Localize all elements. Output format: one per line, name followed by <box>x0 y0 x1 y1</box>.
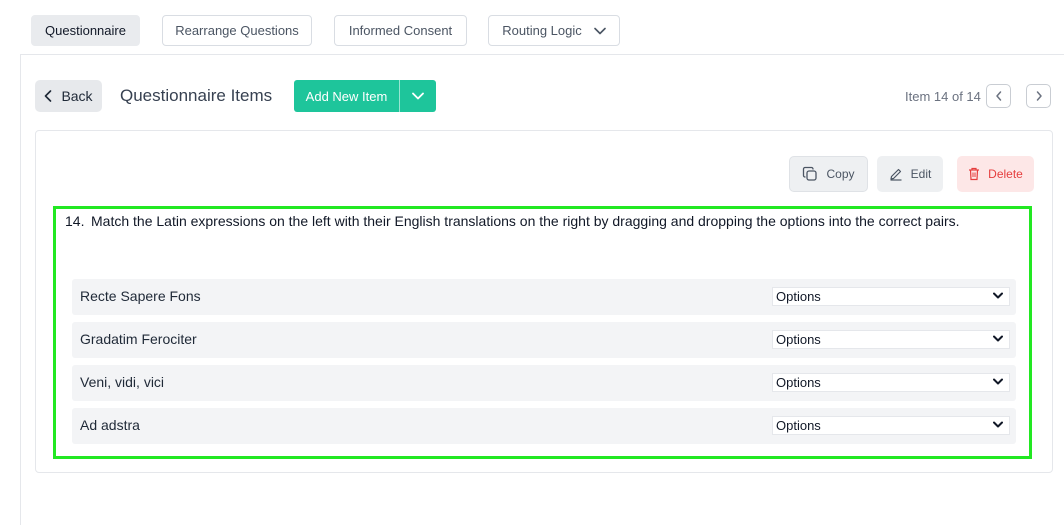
back-label: Back <box>61 88 93 104</box>
match-options-select[interactable]: Options <box>772 330 1010 349</box>
tab-label: Rearrange Questions <box>175 23 299 38</box>
question-text: Match the Latin expressions on the left … <box>91 213 960 229</box>
tab-questionnaire[interactable]: Questionnaire <box>31 15 140 46</box>
tab-routing-logic[interactable]: Routing Logic <box>488 15 620 46</box>
tab-rearrange-questions[interactable]: Rearrange Questions <box>162 15 312 46</box>
edit-button[interactable]: Edit <box>877 156 943 192</box>
copy-icon <box>803 166 818 181</box>
add-item-button-group: Add New Item <box>294 80 436 112</box>
chevron-down-icon <box>993 421 1003 428</box>
match-row: Recte Sapere Fons Options <box>72 279 1016 315</box>
pager-status: Item 14 of 14 <box>905 89 981 104</box>
match-row: Gradatim Ferociter Options <box>72 322 1016 358</box>
match-row-label: Veni, vidi, vici <box>80 374 165 390</box>
select-value: Options <box>776 418 821 433</box>
back-button[interactable]: Back <box>35 80 102 112</box>
chevron-down-icon <box>993 292 1003 299</box>
delete-label: Delete <box>988 167 1023 181</box>
select-value: Options <box>776 332 821 347</box>
prev-item-button[interactable] <box>986 84 1011 108</box>
add-item-dropdown-toggle[interactable] <box>399 80 436 112</box>
chevron-left-icon <box>995 91 1001 101</box>
match-options-select[interactable]: Options <box>772 373 1010 392</box>
chevron-down-icon <box>593 27 606 35</box>
pencil-icon <box>890 168 902 181</box>
match-options-select[interactable]: Options <box>772 416 1010 435</box>
copy-button[interactable]: Copy <box>789 156 868 192</box>
chevron-left-icon <box>45 90 52 102</box>
copy-label: Copy <box>826 167 855 181</box>
match-row: Veni, vidi, vici Options <box>72 365 1016 401</box>
edit-label: Edit <box>910 167 932 181</box>
question-number: 14. <box>65 213 85 229</box>
tab-label: Questionnaire <box>45 23 126 38</box>
match-row-label: Gradatim Ferociter <box>80 331 197 347</box>
tab-label: Informed Consent <box>348 23 453 38</box>
tab-informed-consent[interactable]: Informed Consent <box>334 15 467 46</box>
delete-button[interactable]: Delete <box>957 156 1034 192</box>
tab-label: Routing Logic <box>502 23 582 38</box>
match-options-select[interactable]: Options <box>772 287 1010 306</box>
page-title: Questionnaire Items <box>120 86 273 105</box>
select-value: Options <box>776 375 821 390</box>
add-new-item-button[interactable]: Add New Item <box>294 80 399 112</box>
chevron-down-icon <box>412 92 424 100</box>
chevron-down-icon <box>993 335 1003 342</box>
match-row-label: Recte Sapere Fons <box>80 288 201 304</box>
trash-icon <box>969 167 980 181</box>
chevron-down-icon <box>993 378 1003 385</box>
select-value: Options <box>776 289 821 304</box>
match-row: Ad adstra Options <box>72 408 1016 444</box>
next-item-button[interactable] <box>1026 84 1051 108</box>
chevron-right-icon <box>1036 91 1042 101</box>
match-row-label: Ad adstra <box>80 417 140 433</box>
